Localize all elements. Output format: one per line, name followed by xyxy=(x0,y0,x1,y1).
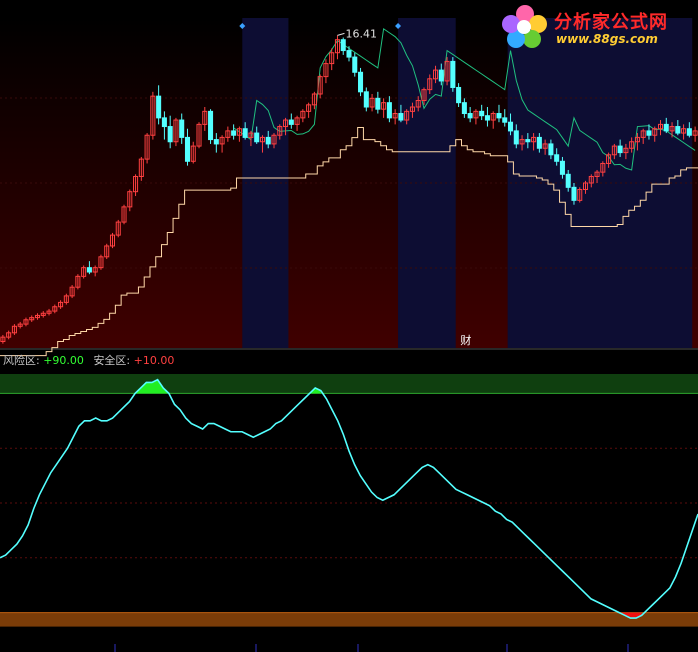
logo-url: www.88gs.com xyxy=(556,32,658,46)
candle-body xyxy=(484,115,490,121)
candle-body xyxy=(167,126,173,143)
candle-body xyxy=(675,126,681,134)
candle xyxy=(358,67,364,97)
finance-marker: 财 xyxy=(460,333,471,347)
risk-zone-label: 风险区: xyxy=(3,354,40,367)
candle-body xyxy=(461,102,467,115)
candle-body xyxy=(231,130,237,136)
candle-body xyxy=(346,50,352,58)
candle-body xyxy=(208,110,214,141)
safe-zone-label: 安全区: xyxy=(93,354,131,367)
candle-body xyxy=(398,113,404,121)
candle-body xyxy=(358,71,364,93)
candle-body xyxy=(536,136,542,149)
candle-body xyxy=(450,60,456,88)
candle-body xyxy=(513,130,519,145)
candle-body xyxy=(438,69,444,82)
candle-body xyxy=(559,160,565,175)
risk-zone-value: +90.00 xyxy=(43,354,84,367)
candle xyxy=(208,109,214,144)
site-logo: 分析家公式网 www.88gs.com xyxy=(498,2,696,52)
candle-body xyxy=(288,119,294,125)
candle-body xyxy=(456,86,462,104)
candle xyxy=(450,57,456,92)
candle-body xyxy=(254,132,260,143)
candle-body xyxy=(502,117,508,123)
candle-body xyxy=(467,113,473,119)
candle-body xyxy=(686,128,692,136)
candle-body xyxy=(386,102,392,119)
oscillator-panel xyxy=(0,374,698,652)
candle-body xyxy=(265,136,271,145)
risk-zone-band xyxy=(0,374,698,394)
indicator-legend: 风险区: +90.00 安全区: +10.00 xyxy=(3,352,174,368)
candle-body xyxy=(548,143,554,156)
max-price-label: 16.41 xyxy=(345,27,377,40)
candle-body xyxy=(617,145,623,154)
logo-title: 分析家公式网 xyxy=(554,12,668,33)
candlestick-and-oscillator-chart: 16.41 财 xyxy=(0,18,698,652)
flower-logo-icon xyxy=(502,5,547,48)
candle-body xyxy=(161,117,167,128)
candle-body xyxy=(242,128,248,138)
candle-body xyxy=(565,173,571,188)
oscillator-line xyxy=(0,378,698,619)
candle-body xyxy=(86,267,92,273)
candle-body xyxy=(375,97,381,110)
candle-body xyxy=(496,113,502,119)
candle-body xyxy=(479,110,485,117)
candle-body xyxy=(340,39,346,52)
candle-body xyxy=(571,186,577,201)
candle-body xyxy=(554,154,560,162)
candle-body xyxy=(352,56,358,73)
candle-body xyxy=(508,121,514,132)
safe-zone-band xyxy=(0,612,698,627)
candle-body xyxy=(663,123,669,132)
chart-screen: 16.41 财 分析家公式网 www.88gs.com 风险区: +90.00 … xyxy=(0,0,698,652)
candle-body xyxy=(184,136,190,162)
candle-body xyxy=(525,139,531,143)
candle-body xyxy=(646,130,652,136)
candle-body xyxy=(213,139,219,145)
candle-body xyxy=(156,95,162,119)
candle-body xyxy=(179,119,185,138)
safe-zone-value: +10.00 xyxy=(133,354,175,367)
candle-body xyxy=(363,91,369,108)
